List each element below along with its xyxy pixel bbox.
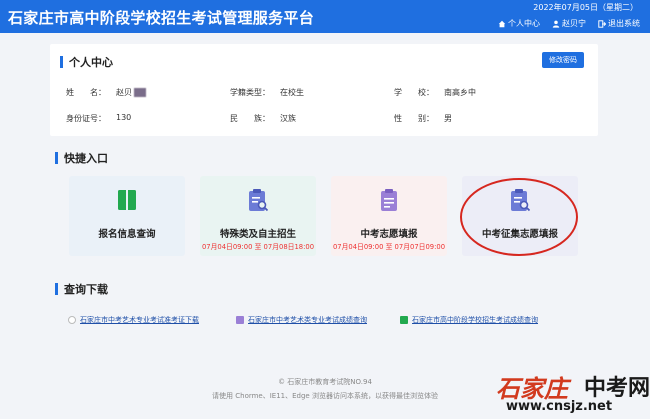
- book-icon: [400, 316, 408, 324]
- redaction-blur: [134, 88, 146, 97]
- profile-section-head: 个人中心: [60, 54, 113, 70]
- clipboard-search-icon: [511, 189, 530, 212]
- field-gender-value: 男: [444, 114, 452, 123]
- tile-exam-choice-fill-label: 中考志愿填报: [360, 229, 418, 240]
- nav-user[interactable]: 赵贝宁: [552, 18, 586, 29]
- field-ethnicity: 民 族： 汉族: [226, 113, 296, 124]
- book-icon: [118, 190, 136, 210]
- nav-logout[interactable]: 退出系统: [598, 18, 640, 29]
- field-enrollment-type: 学籍类型： 在校生: [226, 87, 304, 98]
- tile-registration-query[interactable]: 报名信息查询: [69, 176, 185, 256]
- tile-exam-choice-fill-time: 07月04日09:00 至 07月07日09:00: [332, 243, 446, 251]
- field-name-value: 赵贝: [116, 87, 146, 98]
- quick-section-head: 快捷入口: [55, 150, 108, 166]
- download-section-head: 查询下载: [55, 281, 108, 297]
- field-enrollment-type-label: 学籍类型：: [230, 88, 270, 97]
- nav-personal-center[interactable]: 个人中心: [498, 18, 540, 29]
- clipboard-search-icon: [249, 189, 268, 212]
- user-icon: [552, 20, 560, 28]
- clipboard-icon: [381, 189, 397, 211]
- download-section-title: 查询下载: [64, 283, 108, 296]
- tile-special-admission[interactable]: 特殊类及自主招生 07月04日09:00 至 07月08日18:00: [200, 176, 316, 256]
- tile-supplementary-choice-fill-label: 中考征集志愿填报: [481, 229, 558, 240]
- site-watermark: 石家庄 中考网 www.cnsjz.net: [496, 369, 650, 415]
- field-id-number: 身份证号： 130: [62, 113, 131, 124]
- tile-special-admission-time: 07月04日09:00 至 07月08日18:00: [201, 243, 315, 251]
- tile-supplementary-choice-fill[interactable]: 中考征集志愿填报: [462, 176, 578, 256]
- field-name-label: 姓 名：: [66, 88, 106, 97]
- platform-title: 石家庄市高中阶段学校招生考试管理服务平台: [8, 9, 315, 27]
- top-header: 石家庄市高中阶段学校招生考试管理服务平台 2022年07月05日（星期二） 个人…: [0, 0, 650, 33]
- link-art-score-query-label: 石家庄市中考艺术类专业考试成绩查询: [248, 316, 367, 324]
- link-art-score-query[interactable]: 石家庄市中考艺术类专业考试成绩查询: [236, 315, 367, 325]
- field-gender-label: 性 别：: [394, 114, 434, 123]
- nav-personal-center-label: 个人中心: [508, 19, 540, 28]
- watermark-url: www.cnsjz.net: [506, 399, 613, 414]
- change-password-button[interactable]: 修改密码: [542, 52, 584, 68]
- field-gender: 性 别： 男: [390, 113, 452, 124]
- field-school-value: 南高乡中: [444, 88, 476, 97]
- field-id-number-label: 身份证号：: [66, 114, 106, 123]
- nav-logout-label: 退出系统: [608, 19, 640, 28]
- field-ethnicity-value: 汉族: [280, 114, 296, 123]
- section-marker: [60, 56, 63, 68]
- tile-exam-choice-fill[interactable]: 中考志愿填报 07月04日09:00 至 07月07日09:00: [331, 176, 447, 256]
- tile-registration-query-label: 报名信息查询: [98, 229, 156, 240]
- field-ethnicity-label: 民 族：: [230, 114, 270, 123]
- link-art-admission-ticket[interactable]: 石家庄市中考艺术专业考试准考证下载: [68, 315, 199, 325]
- clipboard-icon: [236, 316, 244, 324]
- link-exam-score-query-label: 石家庄市高中阶段学校招生考试成绩查询: [412, 316, 538, 324]
- logout-icon: [598, 19, 606, 28]
- field-school: 学 校： 南高乡中: [390, 87, 476, 98]
- link-art-admission-ticket-label: 石家庄市中考艺术专业考试准考证下载: [80, 316, 199, 324]
- current-date: 2022年07月05日（星期二）: [533, 3, 638, 12]
- field-name: 姓 名： 赵贝: [62, 87, 146, 98]
- section-marker: [55, 152, 58, 164]
- nav-user-label: 赵贝宁: [562, 19, 586, 28]
- quick-section-title: 快捷入口: [64, 152, 108, 165]
- field-school-label: 学 校：: [394, 88, 434, 97]
- watermark-brand2: 中考网: [584, 376, 650, 401]
- doc-icon: [68, 316, 76, 324]
- field-id-number-value: 130: [116, 113, 132, 122]
- field-enrollment-type-value: 在校生: [280, 88, 304, 97]
- header-nav: 个人中心 赵贝宁 退出系统: [498, 18, 640, 29]
- link-exam-score-query[interactable]: 石家庄市高中阶段学校招生考试成绩查询: [400, 315, 538, 325]
- profile-section-title: 个人中心: [69, 56, 113, 69]
- section-marker: [55, 283, 58, 295]
- home-icon: [498, 20, 506, 27]
- tile-special-admission-label: 特殊类及自主招生: [219, 229, 296, 240]
